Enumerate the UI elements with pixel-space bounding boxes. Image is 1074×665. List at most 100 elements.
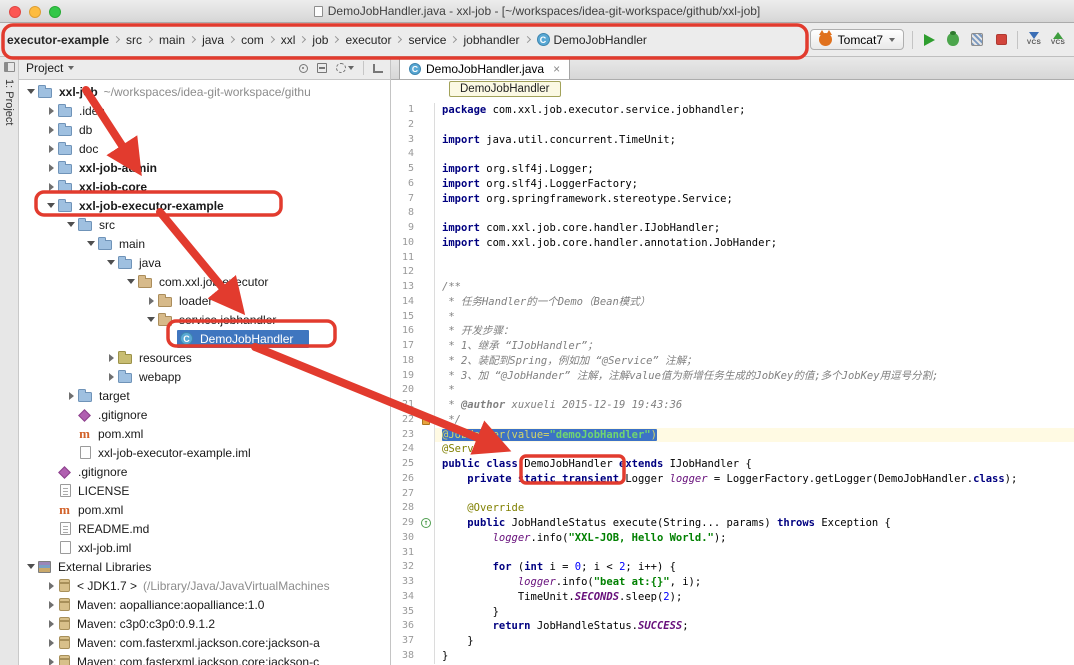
tree-item[interactable]: .gitignore [19,462,390,481]
breadcrumb-item[interactable]: service [407,32,447,48]
tree-item[interactable]: .gitignore [19,405,390,424]
code-line[interactable]: 37 } [391,634,1074,649]
editor-breadcrumb-tag[interactable]: DemoJobHandler [449,81,561,97]
breadcrumb-item[interactable]: java [201,32,225,48]
collapsed-arrow-icon[interactable] [49,601,54,609]
tree-item[interactable]: CDemoJobHandler [19,329,390,348]
collapsed-arrow-icon[interactable] [149,297,154,305]
collapsed-arrow-icon[interactable] [49,620,54,628]
chevron-down-icon[interactable] [68,66,74,70]
code-line[interactable]: 6import org.slf4j.LoggerFactory; [391,177,1074,192]
code-line[interactable]: 16 * 开发步骤： [391,324,1074,339]
code-line[interactable]: 2 [391,118,1074,133]
code-line[interactable]: 13/** [391,280,1074,295]
collapsed-arrow-icon[interactable] [49,183,54,191]
tree-item[interactable]: Maven: com.fasterxml.jackson.core:jackso… [19,633,390,652]
stop-button[interactable] [993,30,1009,50]
expanded-arrow-icon[interactable] [107,260,115,265]
code-line[interactable]: 33 logger.info("beat at:{}", i); [391,575,1074,590]
tree-item[interactable]: db [19,120,390,139]
tree-item[interactable]: xxl-job~/workspaces/idea-git-workspace/g… [19,82,390,101]
close-window-button[interactable] [9,6,21,18]
tree-item[interactable]: xxl-job-admin [19,158,390,177]
project-stripe-tab[interactable]: 1: Project [3,79,15,125]
code-line[interactable]: 11 [391,251,1074,266]
tree-item[interactable]: src [19,215,390,234]
code-line[interactable]: 15 * [391,310,1074,325]
code-line[interactable]: 26 private static transient Logger logge… [391,472,1074,487]
breadcrumb-item[interactable]: main [158,32,186,48]
tab-demojobhandler[interactable]: C DemoJobHandler.java × [399,57,570,79]
code-line[interactable]: 10import com.xxl.job.core.handler.annota… [391,236,1074,251]
code-line[interactable]: 35 } [391,605,1074,620]
expanded-arrow-icon[interactable] [27,89,35,94]
code-line[interactable]: 34 TimeUnit.SECONDS.sleep(2); [391,590,1074,605]
tree-item[interactable]: xxl-job-executor-example.iml [19,443,390,462]
code-line[interactable]: 31 [391,546,1074,561]
code-line[interactable]: 8 [391,206,1074,221]
collapsed-arrow-icon[interactable] [109,354,114,362]
code-line[interactable]: 36 return JobHandleStatus.SUCCESS; [391,619,1074,634]
code-line[interactable]: 19 * 3、加 “@JobHander” 注解，注解value值为新增任务生成… [391,369,1074,384]
code-line[interactable]: 22 */ [391,413,1074,428]
tree-item[interactable]: Maven: com.fasterxml.jackson.core:jackso… [19,652,390,665]
tree-item[interactable]: loader [19,291,390,310]
code-line[interactable]: 25public class DemoJobHandler extends IJ… [391,457,1074,472]
code-line[interactable]: 24@Service [391,442,1074,457]
tree-item[interactable]: Maven: aopalliance:aopalliance:1.0 [19,595,390,614]
tree-item[interactable]: xxl-job-executor-example [19,196,390,215]
project-tool-icon[interactable] [4,62,15,72]
minimize-window-button[interactable] [29,6,41,18]
breadcrumb-item[interactable]: src [125,32,143,48]
code-line[interactable]: 14 * 任务Handler的一个Demo（Bean模式） [391,295,1074,310]
tree-item[interactable]: java [19,253,390,272]
tree-item[interactable]: com.xxl.job.executor [19,272,390,291]
expanded-arrow-icon[interactable] [67,222,75,227]
code-line[interactable]: 1package com.xxl.job.executor.service.jo… [391,103,1074,118]
collapsed-arrow-icon[interactable] [49,164,54,172]
code-line[interactable]: 18 * 2、装配到Spring，例如加 “@Service” 注解； [391,354,1074,369]
tree-item[interactable]: webapp [19,367,390,386]
tree-item[interactable]: doc [19,139,390,158]
collapsed-arrow-icon[interactable] [49,126,54,134]
close-tab-icon[interactable]: × [553,63,560,75]
tree-item[interactable]: xxl-job-core [19,177,390,196]
expanded-arrow-icon[interactable] [87,241,95,246]
bookmark-icon[interactable] [422,416,430,425]
code-line[interactable]: 9import com.xxl.job.core.handler.IJobHan… [391,221,1074,236]
expanded-arrow-icon[interactable] [147,317,155,322]
collapsed-arrow-icon[interactable] [69,392,74,400]
collapsed-arrow-icon[interactable] [49,107,54,115]
tree-item[interactable]: Maven: c3p0:c3p0:0.9.1.2 [19,614,390,633]
project-panel-title[interactable]: Project [26,61,63,75]
code-line[interactable]: 32 for (int i = 0; i < 2; i++) { [391,560,1074,575]
tree-item[interactable]: xxl-job.iml [19,538,390,557]
code-line[interactable]: 21 * @author xuxueli 2015-12-19 19:43:36 [391,398,1074,413]
tree-item[interactable]: mpom.xml [19,424,390,443]
code-line[interactable]: 23@JobHander(value="demoJobHandler") [391,428,1074,443]
collapsed-arrow-icon[interactable] [49,639,54,647]
tree-item[interactable]: README.md [19,519,390,538]
breadcrumb-item[interactable]: com [240,32,265,48]
debug-button[interactable] [945,30,961,50]
vcs-commit-button[interactable]: VCS [1050,30,1066,50]
breadcrumb-item[interactable]: jobhandler [462,32,520,48]
code-line[interactable]: 5import org.slf4j.Logger; [391,162,1074,177]
collapsed-arrow-icon[interactable] [49,582,54,590]
tree-item[interactable]: target [19,386,390,405]
code-line[interactable]: 12 [391,265,1074,280]
code-line[interactable]: 4 [391,147,1074,162]
code-line[interactable]: 27 [391,487,1074,502]
expanded-arrow-icon[interactable] [127,279,135,284]
breadcrumb-item[interactable]: xxl [280,32,297,48]
code-line[interactable]: 29↑ public JobHandleStatus execute(Strin… [391,516,1074,531]
breadcrumb-item[interactable]: executor [344,32,392,48]
breadcrumb-item[interactable]: job [311,32,329,48]
hide-panel-icon[interactable] [373,64,383,73]
code-line[interactable]: 17 * 1、继承 “IJobHandler”； [391,339,1074,354]
code-line[interactable]: 38} [391,649,1074,664]
breadcrumb-item[interactable]: CDemoJobHandler [536,32,648,48]
collapsed-arrow-icon[interactable] [49,145,54,153]
code-line[interactable]: 7import org.springframework.stereotype.S… [391,192,1074,207]
locate-icon[interactable] [299,64,308,73]
